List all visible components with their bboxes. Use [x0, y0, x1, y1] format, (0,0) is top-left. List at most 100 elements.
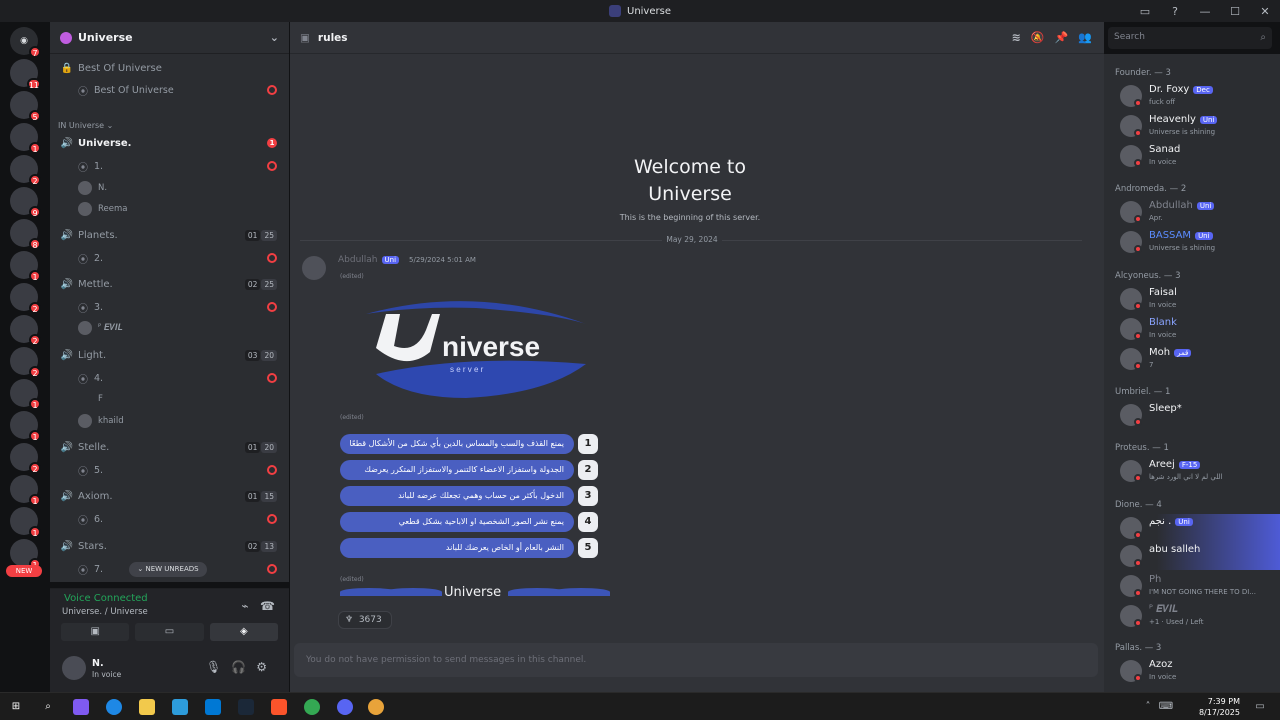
copilot-icon[interactable]: [73, 699, 89, 715]
member-item[interactable]: Sanad In voice: [1104, 142, 1280, 170]
add-channel-icon[interactable]: [267, 373, 277, 383]
member-item[interactable]: Faisal In voice: [1104, 285, 1280, 313]
voice-user[interactable]: F: [50, 389, 289, 409]
file-explorer-icon[interactable]: [139, 699, 155, 715]
add-channel-icon[interactable]: [267, 302, 277, 312]
member-item[interactable]: Moh قمر 7: [1104, 345, 1280, 373]
channel-item[interactable]: ⦿ 4.: [50, 368, 289, 388]
app-icon[interactable]: [368, 699, 384, 715]
server-icon[interactable]: 2: [10, 155, 41, 186]
voice-user[interactable]: N.: [50, 178, 289, 198]
disconnect-icon[interactable]: ☎: [260, 599, 275, 613]
search-input[interactable]: Search ⌕: [1108, 27, 1272, 49]
maximize-button[interactable]: ☐: [1220, 5, 1250, 18]
channel-item[interactable]: 🔊 Planets. 01 25: [50, 225, 289, 245]
search-icon[interactable]: ⌕: [40, 699, 56, 715]
inbox-icon[interactable]: ▭: [1130, 5, 1160, 18]
server-header[interactable]: Universe ⌄: [50, 22, 289, 54]
new-unreads-button[interactable]: ⌄ NEW UNREADS: [129, 562, 207, 577]
add-channel-icon[interactable]: [267, 161, 277, 171]
member-item[interactable]: Azoz In voice: [1104, 657, 1280, 685]
voice-channel-path[interactable]: Universe. / Universe: [62, 607, 148, 617]
help-icon[interactable]: ?: [1160, 5, 1190, 18]
add-channel-icon[interactable]: [267, 514, 277, 524]
member-item[interactable]: Areej F-15 اللي لم لا اني الورد شرها: [1104, 457, 1280, 485]
channel-item[interactable]: 🔊 Stars. 02 13: [50, 536, 289, 556]
add-channel-icon[interactable]: [267, 465, 277, 475]
channel-item[interactable]: ⦿ 2.: [50, 248, 289, 268]
notifications-icon[interactable]: ▭: [1252, 699, 1268, 715]
screen-share-button[interactable]: ▭: [135, 623, 204, 641]
steam-icon[interactable]: [238, 699, 254, 715]
server-icon[interactable]: 5: [10, 91, 41, 122]
close-button[interactable]: ✕: [1250, 5, 1280, 18]
add-channel-icon[interactable]: [267, 253, 277, 263]
channel-item[interactable]: ⦿ 1.: [50, 156, 289, 176]
brave-icon[interactable]: [271, 699, 287, 715]
edge-icon[interactable]: [106, 699, 122, 715]
server-icon[interactable]: 2: [10, 347, 41, 378]
member-item[interactable]: نجم . Uni: [1104, 514, 1280, 542]
channel-item[interactable]: 🔊 Axiom. 01 15: [50, 486, 289, 506]
camera-button[interactable]: ▣: [61, 623, 130, 641]
discord-home-icon[interactable]: ◉ 7: [10, 27, 41, 58]
pin-icon[interactable]: 📌: [1055, 31, 1079, 44]
keyboard-icon[interactable]: ⌨: [1158, 699, 1174, 715]
noise-suppression-icon[interactable]: ⌁: [241, 599, 248, 613]
headphones-icon[interactable]: 🎧: [231, 660, 256, 674]
activity-button[interactable]: ◈: [209, 623, 278, 641]
chevron-up-icon[interactable]: ˄: [1140, 699, 1156, 715]
channel-item[interactable]: 🔊 Stelle. 01 20: [50, 437, 289, 457]
member-item[interactable]: Ph I'M NOT GOING THERE TO DI...: [1104, 572, 1280, 600]
windows-start-icon[interactable]: ⊞: [8, 699, 24, 715]
member-item[interactable]: BASSAM Uni Universe is shining: [1104, 228, 1280, 256]
taskbar-clock[interactable]: 7:39 PM 8/17/2025: [1199, 696, 1240, 718]
gear-icon[interactable]: ⚙: [256, 660, 277, 674]
voice-user[interactable]: khaild: [50, 411, 289, 431]
server-icon[interactable]: 9: [10, 187, 41, 218]
server-icon[interactable]: 1: [10, 123, 41, 154]
server-icon[interactable]: 1: [10, 539, 41, 570]
mute-icon[interactable]: 🔕: [1031, 31, 1055, 44]
mic-icon[interactable]: 🎙: [206, 660, 231, 674]
members-icon[interactable]: 👥: [1078, 31, 1102, 44]
author-name[interactable]: Abdullah: [338, 255, 378, 265]
voice-status[interactable]: Voice Connected: [64, 593, 148, 604]
member-item[interactable]: ᴾ 𝑬𝑽𝑰𝑳 +1 · Used / Left: [1104, 602, 1280, 630]
server-icon[interactable]: 2: [10, 315, 41, 346]
member-item[interactable]: Heavenly Uni Universe is shining: [1104, 112, 1280, 140]
avatar[interactable]: [62, 656, 86, 680]
channel-item[interactable]: 🔒 Best Of Universe: [50, 58, 289, 78]
reaction-button[interactable]: ♆ 3673: [338, 611, 392, 629]
voice-user[interactable]: Reema: [50, 199, 289, 219]
voice-user[interactable]: ᴾ 𝑬𝑽𝑰𝑳: [50, 318, 289, 338]
channel-item[interactable]: ⦿ 3.: [50, 297, 289, 317]
member-item[interactable]: Dr. Foxy Dec fuck off: [1104, 82, 1280, 110]
channel-item[interactable]: ⦿ Best Of Universe: [50, 80, 289, 100]
channel-item[interactable]: ⦿ 5.: [50, 460, 289, 480]
member-item[interactable]: Blank In voice: [1104, 315, 1280, 343]
channel-item[interactable]: 🔊 Light. 03 20: [50, 345, 289, 365]
channel-item[interactable]: 🔊 Universe. 1: [50, 133, 289, 153]
member-item[interactable]: abu salleh: [1104, 542, 1280, 570]
add-channel-icon[interactable]: [267, 564, 277, 574]
server-icon[interactable]: 1: [10, 475, 41, 506]
member-item[interactable]: Sleep*: [1104, 401, 1280, 429]
avatar[interactable]: [302, 256, 326, 280]
server-icon[interactable]: 1: [10, 411, 41, 442]
minimize-button[interactable]: —: [1190, 5, 1220, 18]
server-icon[interactable]: 2: [10, 443, 41, 474]
outlook-icon[interactable]: [205, 699, 221, 715]
channel-item[interactable]: ⦿ 6.: [50, 509, 289, 529]
server-icon[interactable]: 1: [10, 379, 41, 410]
server-icon[interactable]: 2: [10, 283, 41, 314]
chrome-icon[interactable]: [304, 699, 320, 715]
discord-icon[interactable]: [337, 699, 353, 715]
channel-item[interactable]: 🔊 Mettle. 02 25: [50, 274, 289, 294]
add-channel-icon[interactable]: [267, 85, 277, 95]
server-icon[interactable]: 1: [10, 507, 41, 538]
store-icon[interactable]: [172, 699, 188, 715]
server-icon[interactable]: 11: [10, 59, 41, 90]
threads-icon[interactable]: ≋: [1012, 31, 1031, 44]
server-icon[interactable]: 1: [10, 251, 41, 282]
